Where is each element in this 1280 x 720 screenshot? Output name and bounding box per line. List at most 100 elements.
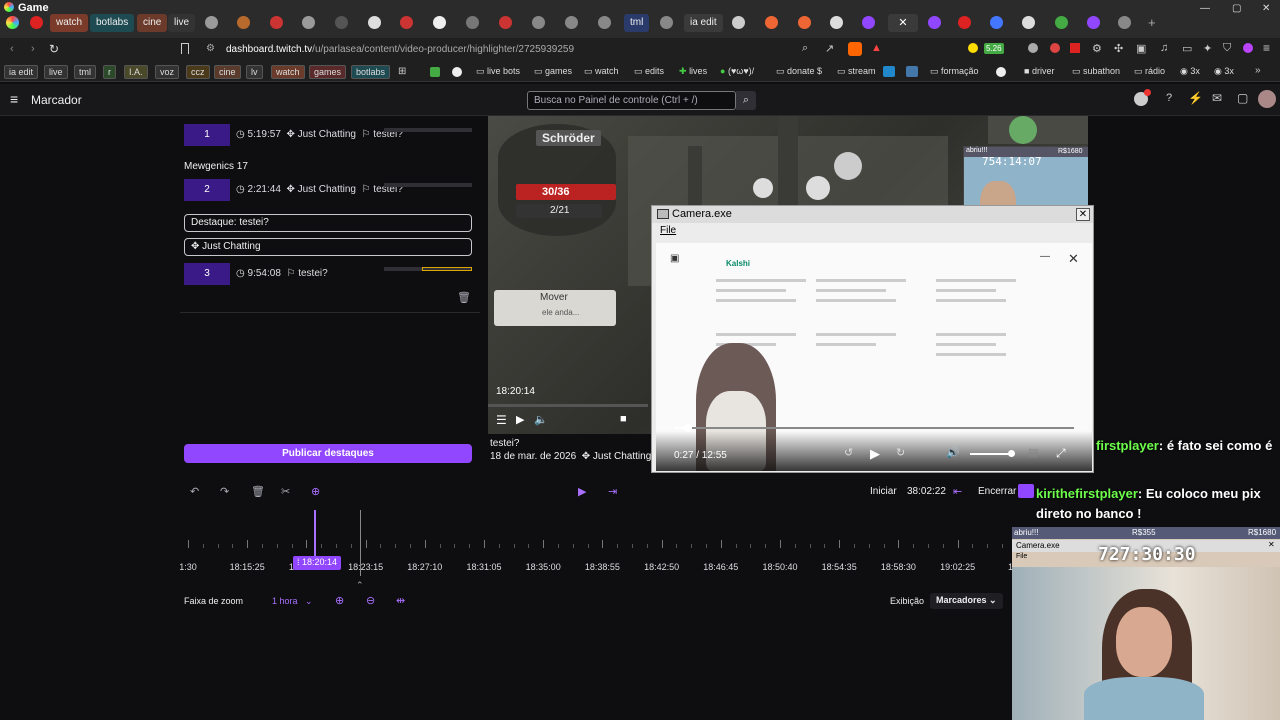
- tab-favicon[interactable]: [1087, 16, 1100, 29]
- browser-icon[interactable]: [6, 16, 19, 29]
- bookmark-folder-watch[interactable]: ▭ watch: [580, 65, 623, 79]
- tab-favicon[interactable]: [270, 16, 283, 29]
- play-icon[interactable]: ▶: [516, 413, 524, 426]
- timeline-ruler[interactable]: 1:3018:15:2518:19:2018:23:1518:27:1018:3…: [179, 510, 1063, 590]
- bookmark-icon[interactable]: [181, 43, 189, 54]
- bookmark-games[interactable]: games: [309, 65, 347, 79]
- extension-icon[interactable]: [1028, 43, 1038, 53]
- marker-caret-icon[interactable]: ⌃: [356, 580, 364, 591]
- camera-window[interactable]: Camera.exe ✕ File Kalshi ▣ ✕ — 0:27 / 12…: [651, 205, 1094, 473]
- highlight-category-field[interactable]: ✥ Just Chatting: [184, 238, 472, 256]
- tab-favicon[interactable]: [928, 16, 941, 29]
- feed-minimize-icon[interactable]: —: [1040, 251, 1050, 262]
- scissors-icon[interactable]: ✂: [281, 485, 290, 498]
- tab-tml[interactable]: tml: [624, 14, 650, 32]
- zoom-icon[interactable]: ⌕: [802, 42, 808, 55]
- add-clip-icon[interactable]: ⊕: [311, 485, 320, 498]
- feed-volume-icon[interactable]: 🔊: [946, 446, 960, 459]
- skip-end-icon[interactable]: ⇥: [608, 485, 617, 498]
- bookmark-folder-live-bots[interactable]: ▭ live bots: [472, 65, 524, 79]
- bookmark-icon[interactable]: [452, 67, 462, 77]
- tab-favicon[interactable]: [565, 16, 578, 29]
- new-tab-icon[interactable]: +: [1148, 15, 1156, 30]
- zoom-in-icon[interactable]: ⊕: [335, 594, 344, 607]
- bookmark-cine[interactable]: cine: [214, 65, 241, 79]
- feed-progress-track[interactable]: [674, 427, 1074, 429]
- zoom-select[interactable]: 1 hora ⌄: [272, 596, 313, 607]
- record-icon[interactable]: [30, 16, 43, 29]
- start-time[interactable]: 38:02:22: [907, 486, 946, 497]
- tab-favicon[interactable]: [958, 16, 971, 29]
- tab-favicon[interactable]: [205, 16, 218, 29]
- fullscreen-icon[interactable]: ■: [620, 413, 627, 425]
- expand-icon[interactable]: ⤢: [1056, 446, 1066, 461]
- highlight-title-field[interactable]: Destaque: testei?: [184, 214, 472, 232]
- more-bookmarks-icon[interactable]: »: [1255, 65, 1261, 76]
- camera-menu-file[interactable]: File: [660, 225, 676, 236]
- tab-watch[interactable]: watch: [50, 14, 89, 32]
- tab-favicon[interactable]: [433, 16, 446, 29]
- bookmark-folder-games[interactable]: ▭ games: [530, 65, 576, 79]
- playhead-line[interactable]: [314, 510, 316, 558]
- extension-icon[interactable]: [1070, 43, 1080, 53]
- tab-favicon[interactable]: [335, 16, 348, 29]
- volume-slider[interactable]: [970, 453, 1012, 455]
- bookmark-love[interactable]: ● (♥ω♥)/: [716, 65, 758, 79]
- minimize-icon[interactable]: —: [1200, 3, 1210, 14]
- forward-icon[interactable]: ›: [31, 43, 35, 55]
- display-select[interactable]: Marcadores ⌄: [930, 593, 1003, 609]
- bookmark-folder-radio[interactable]: ▭ rádio: [1130, 65, 1169, 79]
- tab-favicon[interactable]: [660, 16, 673, 29]
- volume-knob[interactable]: [1008, 450, 1015, 457]
- bookmark-3x-a[interactable]: ◉ 3x: [1176, 65, 1204, 79]
- set-start-icon[interactable]: ⇤: [953, 485, 962, 498]
- bookmark-voz[interactable]: voz: [155, 65, 180, 79]
- close-window-icon[interactable]: ✕: [1262, 3, 1270, 14]
- timeline-play-icon[interactable]: ▶: [578, 485, 586, 498]
- tab-favicon[interactable]: [862, 16, 875, 29]
- publish-highlights-button[interactable]: Publicar destaques: [184, 444, 472, 463]
- dashboard-search-input[interactable]: Busca no Painel de controle (Ctrl + /): [527, 91, 736, 110]
- tab-favicon[interactable]: [765, 16, 778, 29]
- window-icon[interactable]: ▣: [1136, 42, 1146, 55]
- feed-progress-knob[interactable]: [684, 424, 692, 432]
- gear-icon[interactable]: ⚙: [1092, 42, 1102, 55]
- apps-grid-icon[interactable]: ⊞: [398, 66, 406, 77]
- brave-shield-icon[interactable]: [848, 42, 862, 56]
- site-settings-icon[interactable]: ⚙: [206, 43, 215, 54]
- bookmark-icon[interactable]: [996, 67, 1006, 77]
- bookmark-ia-edit[interactable]: ia edit: [4, 65, 39, 79]
- help-icon[interactable]: ?: [1166, 92, 1172, 104]
- tab-favicon[interactable]: [499, 16, 512, 29]
- bookmark-ia[interactable]: I.A.: [124, 65, 148, 79]
- camera-window-titlebar[interactable]: Camera.exe: [652, 206, 1093, 223]
- bookmark-folder-edits[interactable]: ▭ edits: [630, 65, 668, 79]
- tab-favicon[interactable]: [466, 16, 479, 29]
- url-field[interactable]: dashboard.twitch.tv/u/parlasea/content/v…: [226, 44, 574, 55]
- sidebar-icon[interactable]: ▭: [1182, 42, 1192, 55]
- active-tab-close-icon[interactable]: ✕: [888, 14, 918, 32]
- rewards-icon[interactable]: ▲: [871, 42, 882, 54]
- bookmark-r[interactable]: r: [103, 65, 116, 79]
- tab-favicon[interactable]: [598, 16, 611, 29]
- list-item[interactable]: 1 ◷ 5:19:57 ✥ Just Chatting ⚐ testei?: [184, 124, 472, 146]
- bookmark-lives[interactable]: ✚ lives: [675, 65, 711, 79]
- zoom-out-icon[interactable]: ⊖: [366, 594, 375, 607]
- tab-favicon[interactable]: [302, 16, 315, 29]
- back-icon[interactable]: ‹: [10, 43, 14, 55]
- magic-wand-icon[interactable]: ⚡: [1188, 91, 1203, 105]
- bookmark-icon[interactable]: [883, 66, 895, 77]
- volume-icon[interactable]: 🔈: [534, 413, 548, 426]
- chapters-icon[interactable]: ☰: [496, 413, 507, 427]
- bookmark-folder-subathon[interactable]: ▭ subathon: [1068, 65, 1124, 79]
- bookmark-3x-b[interactable]: ◉ 3x: [1210, 65, 1238, 79]
- camera-mode-icon[interactable]: ▣: [670, 253, 679, 264]
- tab-favicon[interactable]: [732, 16, 745, 29]
- bookmark-lv[interactable]: lv: [246, 65, 263, 79]
- feed-play-icon[interactable]: ▶: [870, 446, 880, 462]
- bookmark-icon[interactable]: [906, 66, 918, 77]
- bookmark-folder-formacao[interactable]: ▭ formação: [926, 65, 983, 79]
- extension-icon[interactable]: ✦: [1203, 42, 1212, 55]
- tab-favicon[interactable]: [400, 16, 413, 29]
- reload-icon[interactable]: ↻: [49, 42, 59, 56]
